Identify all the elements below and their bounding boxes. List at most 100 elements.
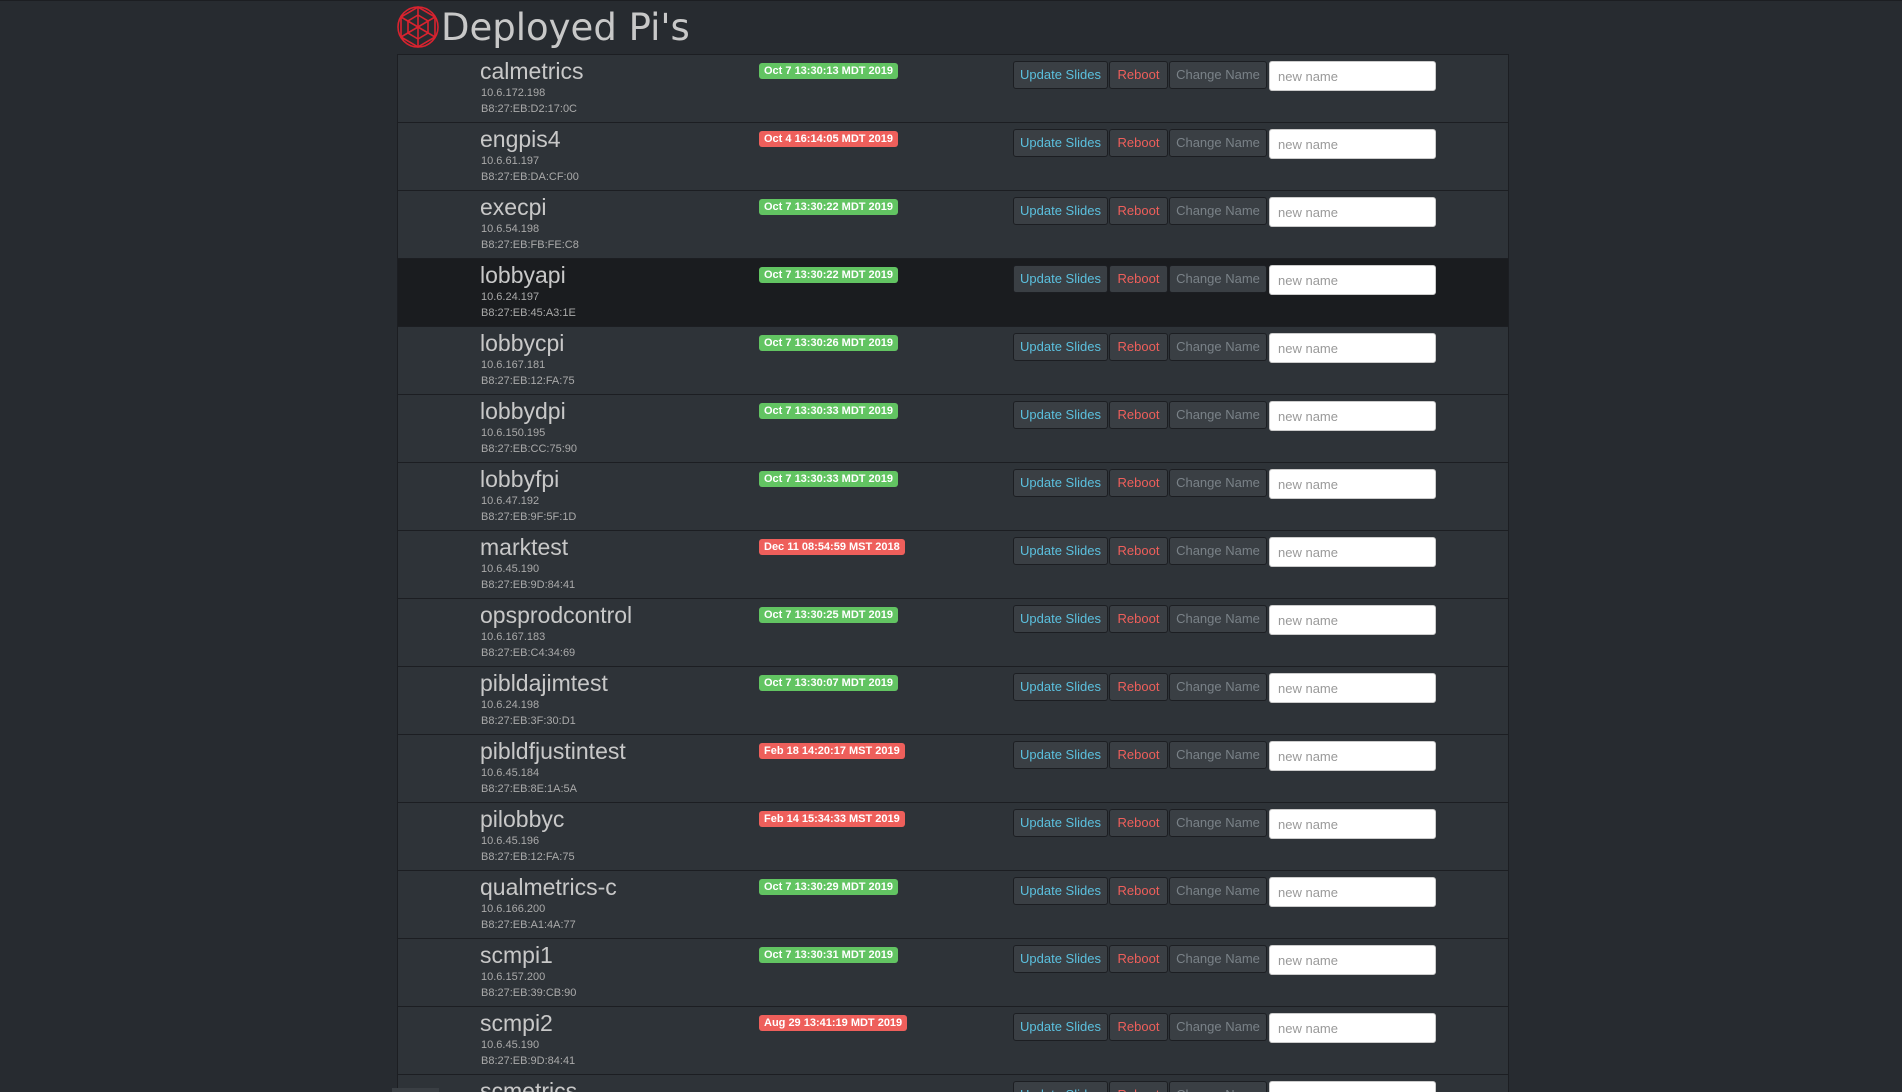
- pi-ip-address: 10.6.166.200: [481, 903, 546, 915]
- pi-ip-address: 10.6.61.197: [481, 155, 540, 167]
- new-name-input[interactable]: [1269, 1013, 1436, 1043]
- new-name-input[interactable]: [1269, 61, 1436, 91]
- pi-name: qualmetrics-c: [480, 874, 617, 900]
- change-name-button[interactable]: Change Name: [1169, 1013, 1267, 1041]
- last-seen-badge: Oct 7 13:30:22 MDT 2019: [759, 267, 899, 283]
- pi-ip-address: 10.6.167.183: [481, 631, 546, 643]
- change-name-button[interactable]: Change Name: [1169, 673, 1267, 701]
- last-seen-badge: Oct 4 16:14:05 MDT 2019: [759, 131, 899, 147]
- last-seen-badge: Oct 7 13:30:33 MDT 2019: [759, 471, 899, 487]
- change-name-button[interactable]: Change Name: [1169, 333, 1267, 361]
- change-name-button[interactable]: Change Name: [1169, 945, 1267, 973]
- update-slides-button[interactable]: Update Slides: [1013, 333, 1108, 361]
- change-name-button[interactable]: Change Name: [1169, 605, 1267, 633]
- pi-mac-address: B8:27:EB:9D:84:41: [481, 579, 576, 591]
- reboot-button[interactable]: Reboot: [1109, 401, 1168, 429]
- update-slides-button[interactable]: Update Slides: [1013, 265, 1108, 293]
- new-name-input[interactable]: [1269, 809, 1436, 839]
- page: Deployed Pi's calmetrics 10.6.172.198 B8…: [0, 0, 1902, 1092]
- pi-row: qualmetrics-c 10.6.166.200 B8:27:EB:A1:4…: [398, 871, 1508, 939]
- change-name-button[interactable]: Change Name: [1169, 401, 1267, 429]
- reboot-button[interactable]: Reboot: [1109, 1013, 1168, 1041]
- pi-row: marktest 10.6.45.190 B8:27:EB:9D:84:41 D…: [398, 531, 1508, 599]
- reboot-button[interactable]: Reboot: [1109, 877, 1168, 905]
- update-slides-button[interactable]: Update Slides: [1013, 537, 1108, 565]
- pi-ip-address: 10.6.45.184: [481, 767, 540, 779]
- update-slides-button[interactable]: Update Slides: [1013, 605, 1108, 633]
- new-name-input[interactable]: [1269, 877, 1436, 907]
- new-name-input[interactable]: [1269, 197, 1436, 227]
- pi-ip-address: 10.6.167.181: [481, 359, 546, 371]
- new-name-input[interactable]: [1269, 333, 1436, 363]
- reboot-button[interactable]: Reboot: [1109, 129, 1168, 157]
- update-slides-button[interactable]: Update Slides: [1013, 469, 1108, 497]
- new-name-input[interactable]: [1269, 741, 1436, 771]
- update-slides-button[interactable]: Update Slides: [1013, 809, 1108, 837]
- new-name-input[interactable]: [1269, 945, 1436, 975]
- pi-mac-address: B8:27:EB:12:FA:75: [481, 851, 575, 863]
- reboot-button[interactable]: Reboot: [1109, 469, 1168, 497]
- reboot-button[interactable]: Reboot: [1109, 197, 1168, 225]
- change-name-button[interactable]: Change Name: [1169, 1081, 1267, 1092]
- last-seen-badge: Dec 11 08:54:59 MST 2018: [759, 539, 905, 555]
- pi-ip-address: 10.6.24.198: [481, 699, 540, 711]
- change-name-button[interactable]: Change Name: [1169, 809, 1267, 837]
- pi-name: marktest: [480, 534, 569, 560]
- update-slides-button[interactable]: Update Slides: [1013, 741, 1108, 769]
- scroll-indicator: [392, 1088, 439, 1092]
- reboot-button[interactable]: Reboot: [1109, 741, 1168, 769]
- pi-row: pibldfjustintest 10.6.45.184 B8:27:EB:8E…: [398, 735, 1508, 803]
- pi-name: scmetrics: [480, 1078, 578, 1092]
- update-slides-button[interactable]: Update Slides: [1013, 401, 1108, 429]
- pi-name: scmpi2: [480, 1010, 553, 1036]
- page-header: Deployed Pi's: [395, 0, 690, 54]
- new-name-input[interactable]: [1269, 265, 1436, 295]
- reboot-button[interactable]: Reboot: [1109, 605, 1168, 633]
- pi-name: opsprodcontrol: [480, 602, 633, 628]
- new-name-input[interactable]: [1269, 129, 1436, 159]
- new-name-input[interactable]: [1269, 537, 1436, 567]
- red-globe-icon: [397, 6, 439, 48]
- change-name-button[interactable]: Change Name: [1169, 469, 1267, 497]
- reboot-button[interactable]: Reboot: [1109, 809, 1168, 837]
- update-slides-button[interactable]: Update Slides: [1013, 1081, 1108, 1092]
- last-seen-badge: Oct 7 13:30:31 MDT 2019: [759, 947, 899, 963]
- reboot-button[interactable]: Reboot: [1109, 537, 1168, 565]
- update-slides-button[interactable]: Update Slides: [1013, 129, 1108, 157]
- pi-list: calmetrics 10.6.172.198 B8:27:EB:D2:17:0…: [397, 54, 1509, 1092]
- new-name-input[interactable]: [1269, 673, 1436, 703]
- last-seen-badge: Feb 18 14:20:17 MST 2019: [759, 743, 905, 759]
- update-slides-button[interactable]: Update Slides: [1013, 1013, 1108, 1041]
- reboot-button[interactable]: Reboot: [1109, 673, 1168, 701]
- change-name-button[interactable]: Change Name: [1169, 741, 1267, 769]
- change-name-button[interactable]: Change Name: [1169, 265, 1267, 293]
- update-slides-button[interactable]: Update Slides: [1013, 877, 1108, 905]
- reboot-button[interactable]: Reboot: [1109, 945, 1168, 973]
- change-name-button[interactable]: Change Name: [1169, 129, 1267, 157]
- reboot-button[interactable]: Reboot: [1109, 265, 1168, 293]
- reboot-button[interactable]: Reboot: [1109, 1081, 1168, 1092]
- new-name-input[interactable]: [1269, 469, 1436, 499]
- change-name-button[interactable]: Change Name: [1169, 537, 1267, 565]
- pi-mac-address: B8:27:EB:3F:30:D1: [481, 715, 576, 727]
- update-slides-button[interactable]: Update Slides: [1013, 673, 1108, 701]
- change-name-button[interactable]: Change Name: [1169, 877, 1267, 905]
- last-seen-badge: Oct 7 13:30:33 MDT 2019: [759, 403, 899, 419]
- new-name-input[interactable]: [1269, 1081, 1436, 1092]
- change-name-button[interactable]: Change Name: [1169, 197, 1267, 225]
- reboot-button[interactable]: Reboot: [1109, 333, 1168, 361]
- pi-mac-address: B8:27:EB:CC:75:90: [481, 443, 578, 455]
- pi-mac-address: B8:27:EB:FB:FE:C8: [481, 239, 579, 251]
- reboot-button[interactable]: Reboot: [1109, 61, 1168, 89]
- pi-ip-address: 10.6.150.195: [481, 427, 546, 439]
- last-seen-badge: Oct 7 13:30:25 MDT 2019: [759, 607, 899, 623]
- last-seen-badge: Oct 7 13:30:26 MDT 2019: [759, 335, 899, 351]
- new-name-input[interactable]: [1269, 401, 1436, 431]
- pi-mac-address: B8:27:EB:A1:4A:77: [481, 919, 576, 931]
- change-name-button[interactable]: Change Name: [1169, 61, 1267, 89]
- update-slides-button[interactable]: Update Slides: [1013, 61, 1108, 89]
- update-slides-button[interactable]: Update Slides: [1013, 945, 1108, 973]
- new-name-input[interactable]: [1269, 605, 1436, 635]
- pi-name: scmpi1: [480, 942, 553, 968]
- update-slides-button[interactable]: Update Slides: [1013, 197, 1108, 225]
